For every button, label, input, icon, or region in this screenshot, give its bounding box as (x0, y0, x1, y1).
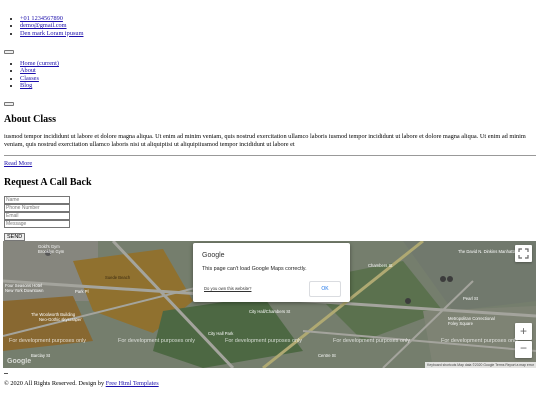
contact-toggle-button[interactable] (4, 50, 14, 54)
map-label: Neo-Gothic skyscraper (39, 317, 82, 322)
zoom-in-button[interactable]: + (515, 323, 532, 340)
dev-watermark: For development purposes only (118, 338, 196, 344)
copyright-text: © 2020 All Rights Reserved. Design by (4, 380, 106, 387)
map-label: Brooklyn Gym (38, 249, 65, 254)
google-map[interactable]: Gold's Gym Brooklyn Gym Suede Beach Four… (3, 241, 536, 368)
read-more-link[interactable]: Read More (4, 160, 32, 167)
map-error-dialog: Google This page can't load Google Maps … (193, 243, 350, 302)
email-link[interactable]: demo@gmail.com (20, 22, 67, 29)
fullscreen-icon (518, 248, 529, 259)
dev-watermark: For development purposes only (441, 338, 519, 344)
about-title: About Class (4, 114, 56, 125)
send-button[interactable]: SEND (4, 233, 26, 241)
nav-toggle-button[interactable] (4, 102, 14, 106)
map-label: Chambers St (368, 263, 393, 268)
dev-watermark: For development purposes only (9, 338, 87, 344)
contact-email[interactable]: demo@gmail.com (20, 22, 220, 29)
dev-watermark: For development purposes only (333, 338, 411, 344)
call-back-title: Request A Call Back (4, 177, 92, 188)
footer-divider (4, 373, 8, 374)
fullscreen-button[interactable] (515, 245, 532, 262)
google-logo: Google (7, 358, 32, 365)
message-field[interactable] (4, 220, 70, 228)
map-label: The David N. Dinkins Manhattan (458, 249, 519, 254)
nav-link-blog[interactable]: Blog (20, 82, 32, 89)
phone-link[interactable]: +01 1234567890 (20, 15, 63, 22)
nav-item-blog[interactable]: Blog (20, 82, 220, 89)
name-field[interactable] (4, 196, 70, 204)
footer: © 2020 All Rights Reserved. Design by Fr… (4, 380, 159, 387)
about-text: iusmod tempor incididunt ut labore et do… (4, 133, 526, 148)
map-attribution[interactable]: Keyboard shortcuts Map data ©2020 Google… (425, 362, 536, 368)
map-label: Centre St (318, 353, 336, 358)
map-error-message: This page can't load Google Maps correct… (202, 266, 307, 272)
contact-address[interactable]: Den mark Loram ipusum (20, 30, 220, 37)
nav-item-home[interactable]: Home (current) (20, 60, 220, 67)
own-website-link[interactable]: Do you own this website? (204, 286, 251, 291)
map-label: Foley Square (448, 321, 473, 326)
nav-item-about[interactable]: About (20, 67, 220, 74)
google-brand: Google (202, 252, 225, 259)
map-label: Park Pl (75, 289, 89, 294)
map-label: Pearl St (463, 296, 478, 301)
map-label: City Hall Park (208, 331, 234, 336)
contact-phone[interactable]: +01 1234567890 (20, 15, 220, 22)
email-field[interactable] (4, 212, 70, 220)
contact-list: +01 1234567890 demo@gmail.com Den mark L… (0, 15, 220, 37)
templates-link[interactable]: Free Html Templates (106, 380, 159, 387)
nav-link-about[interactable]: About (20, 67, 36, 74)
map-label: City Hall/Chambers St (249, 309, 291, 314)
map-label: New York Downtown (5, 288, 44, 293)
map-label: Barclay St (31, 353, 51, 358)
main-nav: Home (current) About Classes Blog (0, 60, 220, 90)
zoom-out-button[interactable]: − (515, 341, 532, 358)
call-back-form (4, 196, 70, 228)
address-link[interactable]: Den mark Loram ipusum (20, 30, 83, 37)
phone-field[interactable] (4, 204, 70, 212)
divider (4, 155, 536, 156)
dev-watermark: For development purposes only (225, 338, 303, 344)
nav-link-classes[interactable]: Classes (20, 75, 39, 82)
nav-link-home[interactable]: Home (current) (20, 60, 59, 67)
map-label: Suede Beach (105, 275, 131, 280)
nav-item-classes[interactable]: Classes (20, 75, 220, 82)
ok-button[interactable]: OK (309, 281, 341, 297)
